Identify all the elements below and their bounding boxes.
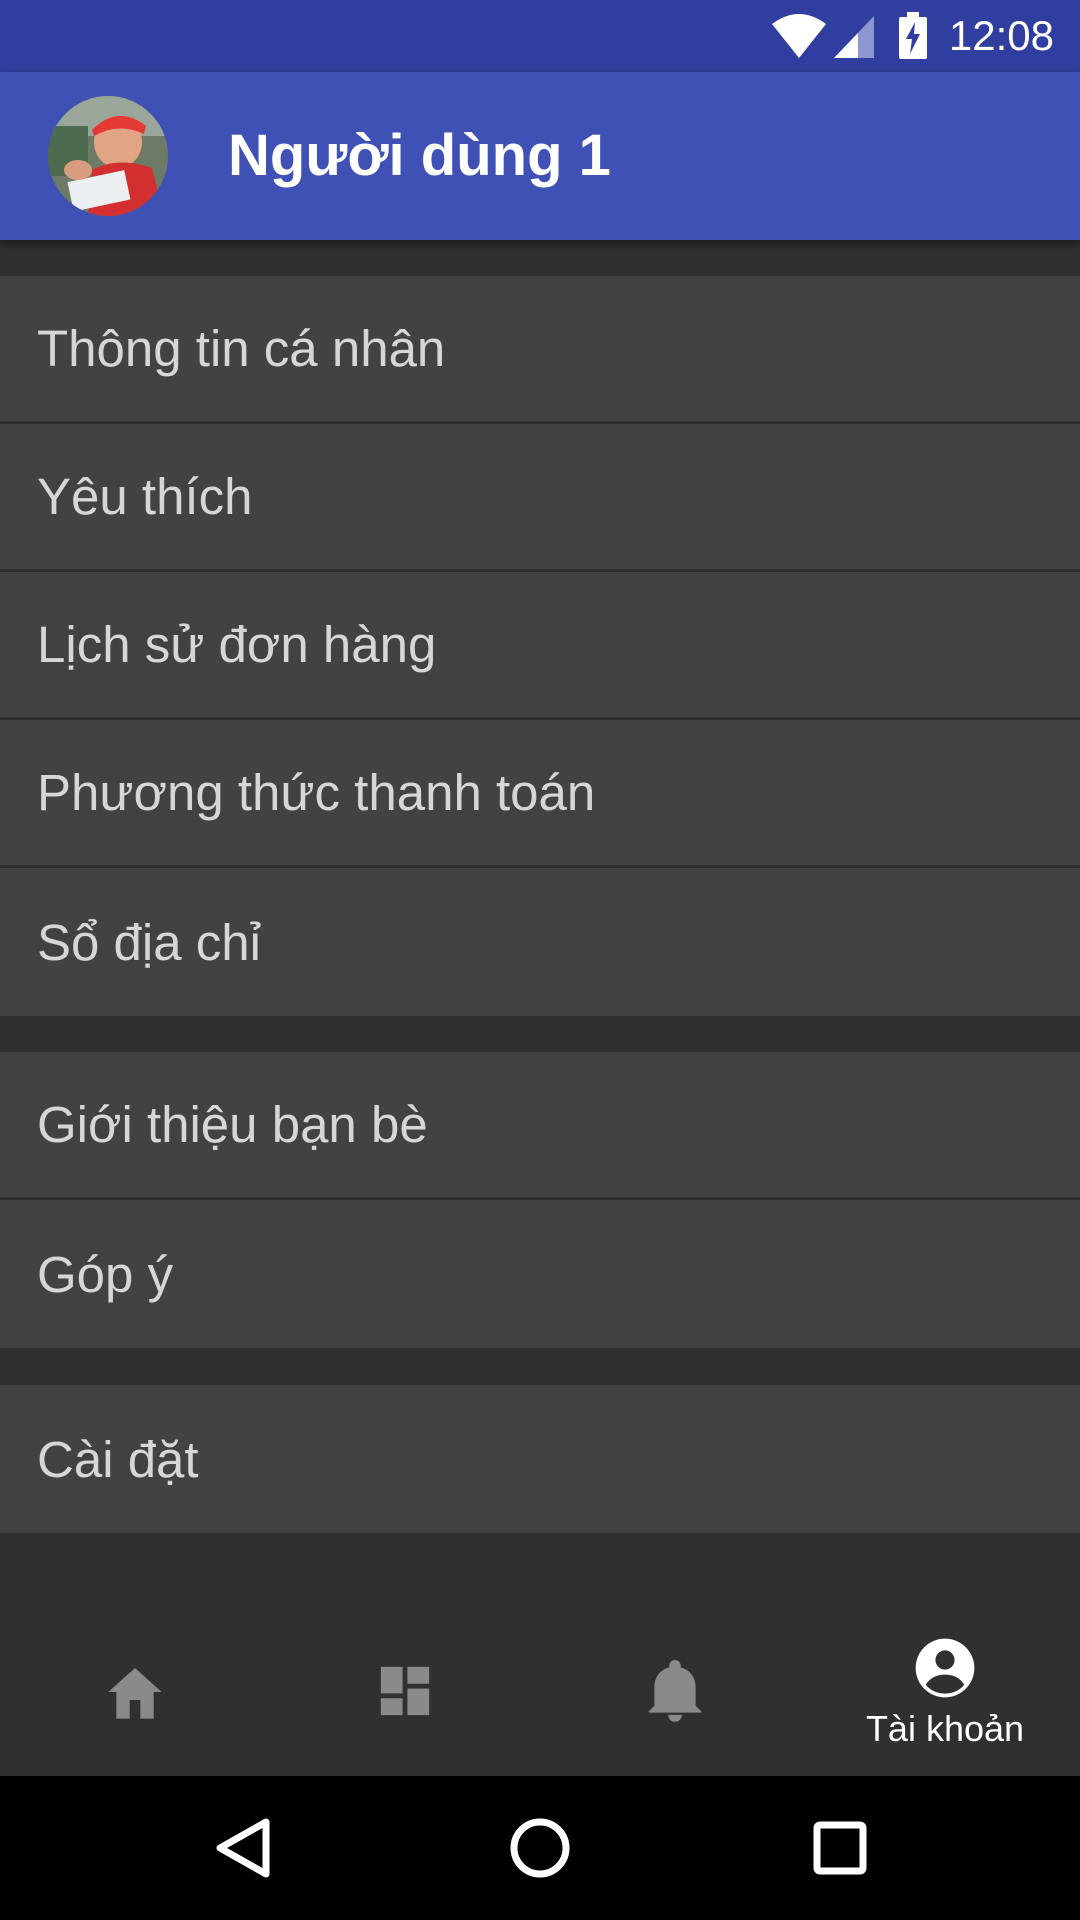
menu-item-payment-methods[interactable]: Phương thức thanh toán	[0, 720, 1080, 868]
nav-notifications[interactable]	[540, 1610, 810, 1776]
wifi-icon	[772, 14, 826, 58]
menu-item-label: Góp ý	[37, 1245, 174, 1303]
menu-item-address-book[interactable]: Sổ địa chỉ	[0, 868, 1080, 1016]
battery-charging-icon	[899, 12, 927, 59]
system-navigation-bar	[0, 1776, 1080, 1920]
account-circle-icon	[915, 1638, 975, 1698]
bottom-navigation: Tài khoản	[0, 1610, 1080, 1776]
recents-icon[interactable]	[790, 1798, 890, 1898]
bell-icon	[648, 1660, 702, 1722]
nav-account[interactable]: Tài khoản	[810, 1610, 1080, 1776]
menu-item-personal-info[interactable]: Thông tin cá nhân	[0, 276, 1080, 424]
cell-signal-icon	[834, 16, 874, 58]
menu-group-social: Giới thiệu bạn bè Góp ý	[0, 1052, 1080, 1348]
home-circle-icon[interactable]	[490, 1798, 590, 1898]
menu-item-label: Cài đặt	[37, 1430, 199, 1488]
menu-group-account: Thông tin cá nhân Yêu thích Lịch sử đơn …	[0, 276, 1080, 1016]
status-time: 12:08	[948, 12, 1054, 59]
menu-item-label: Thông tin cá nhân	[37, 320, 446, 377]
status-bar: 12:08	[0, 0, 1080, 72]
menu-item-favorites[interactable]: Yêu thích	[0, 424, 1080, 572]
app-bar: Người dùng 1	[0, 72, 1080, 240]
menu-item-label: Giới thiệu bạn bè	[37, 1096, 428, 1153]
menu-item-label: Phương thức thanh toán	[37, 764, 596, 821]
nav-account-label: Tài khoản	[865, 1708, 1025, 1749]
user-avatar[interactable]	[48, 96, 168, 216]
menu-item-order-history[interactable]: Lịch sử đơn hàng	[0, 572, 1080, 720]
menu-item-label: Sổ địa chỉ	[37, 913, 261, 971]
page-title: Người dùng 1	[228, 123, 611, 188]
menu-group-settings: Cài đặt	[0, 1385, 1080, 1533]
menu-item-settings[interactable]: Cài đặt	[0, 1385, 1080, 1533]
home-icon	[108, 1668, 162, 1719]
nav-home[interactable]	[0, 1610, 270, 1776]
menu-item-label: Yêu thích	[37, 468, 253, 525]
menu-item-label: Lịch sử đơn hàng	[37, 616, 437, 673]
dashboard-icon	[380, 1666, 430, 1716]
nav-dashboard[interactable]	[270, 1610, 540, 1776]
menu-item-feedback[interactable]: Góp ý	[0, 1200, 1080, 1348]
menu-item-refer-friends[interactable]: Giới thiệu bạn bè	[0, 1052, 1080, 1200]
back-icon[interactable]	[192, 1798, 292, 1898]
